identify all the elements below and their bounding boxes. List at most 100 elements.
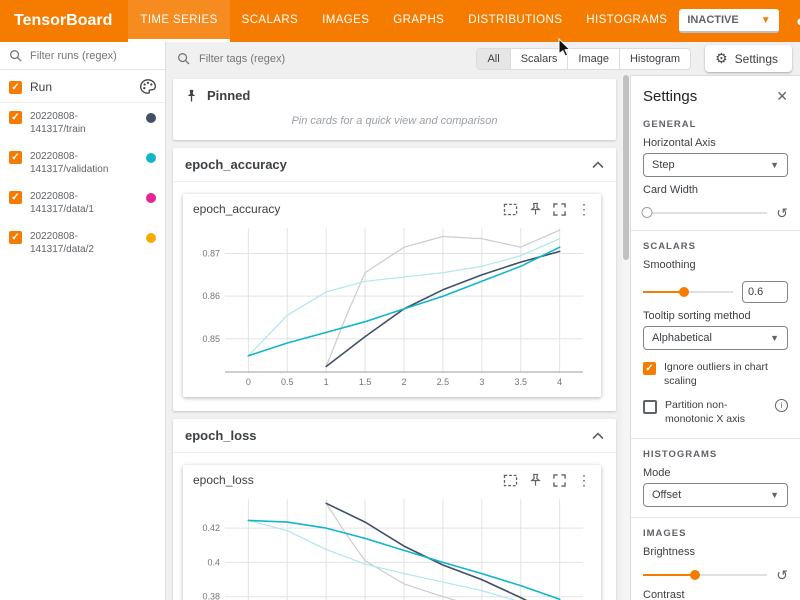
svg-text:1: 1 bbox=[324, 377, 329, 387]
settings-panel: Settings ✕ GENERAL Horizontal Axis Step … bbox=[630, 75, 800, 600]
tab-distributions[interactable]: DISTRIBUTIONS bbox=[456, 0, 574, 42]
svg-text:0.85: 0.85 bbox=[202, 334, 220, 344]
runs-filter-input[interactable] bbox=[28, 49, 150, 63]
palette-icon[interactable] bbox=[140, 79, 156, 94]
general-group-label: GENERAL bbox=[643, 119, 788, 130]
pinned-title: Pinned bbox=[207, 88, 250, 103]
svg-text:0.5: 0.5 bbox=[281, 377, 294, 387]
tensorboard-app: TensorBoard TIME SERIESSCALARSIMAGESGRAP… bbox=[0, 0, 800, 600]
brightness-label: Brightness bbox=[643, 546, 788, 558]
tag-filter-input[interactable] bbox=[197, 52, 401, 66]
pinned-section: Pinned Pin cards for a quick view and co… bbox=[173, 79, 616, 140]
section-header-epoch-accuracy[interactable]: epoch_accuracy bbox=[173, 148, 616, 182]
section-epoch-loss: epoch_loss epoch_loss ⋮00.511.522.533.540… bbox=[173, 419, 616, 600]
close-icon[interactable]: ✕ bbox=[776, 88, 788, 105]
filter-button-all[interactable]: All bbox=[477, 49, 510, 69]
card-width-slider[interactable] bbox=[643, 212, 767, 214]
reload-status-select[interactable]: INACTIVE ▼ bbox=[679, 9, 778, 33]
more-options-icon[interactable]: ⋮ bbox=[577, 473, 591, 487]
run-checkbox[interactable]: ✓ bbox=[9, 191, 22, 204]
partition-x-axis-label: Partition non-monotonic X axis bbox=[665, 399, 765, 426]
tag-toolbar: AllScalarsImageHistogram ⚙ Settings bbox=[167, 42, 800, 75]
search-icon bbox=[177, 52, 190, 65]
tab-scalars[interactable]: SCALARS bbox=[230, 0, 311, 42]
horizontal-axis-select[interactable]: Step ▼ bbox=[643, 153, 788, 177]
info-icon[interactable]: i bbox=[775, 399, 788, 412]
app-title: TensorBoard bbox=[0, 12, 128, 30]
select-all-runs-checkbox[interactable]: ✓ bbox=[9, 81, 22, 94]
histogram-mode-label: Mode bbox=[643, 467, 788, 479]
svg-text:0.38: 0.38 bbox=[202, 592, 220, 600]
filter-button-histogram[interactable]: Histogram bbox=[620, 49, 690, 69]
run-row: ✓20220808-141317/data/2 bbox=[0, 223, 165, 263]
run-row: ✓ 20220808-141317/validation bbox=[0, 143, 165, 183]
run-checkbox[interactable]: ✓ bbox=[9, 231, 22, 244]
run-label: 20220808-141317/validation bbox=[30, 150, 122, 176]
runs-sidebar: ✓ Run ✓20220808-141317/train✓20220808-14… bbox=[0, 42, 166, 600]
tooltip-sorting-select[interactable]: Alphabetical ▼ bbox=[643, 326, 788, 350]
run-color-dot bbox=[146, 233, 156, 243]
partition-x-axis-checkbox[interactable] bbox=[643, 400, 657, 414]
histogram-mode-select[interactable]: Offset ▼ bbox=[643, 483, 788, 507]
fit-to-data-icon[interactable] bbox=[503, 203, 518, 216]
ignore-outliers-checkbox[interactable]: ✓ bbox=[643, 362, 656, 375]
runs-list: ✓ 20220808-141317/train ✓ 20220808-141317/v… bbox=[0, 103, 165, 263]
tab-graphs[interactable]: GRAPHS bbox=[381, 0, 456, 42]
fit-to-data-icon[interactable] bbox=[503, 474, 518, 487]
more-options-icon[interactable]: ⋮ bbox=[577, 202, 591, 216]
run-checkbox[interactable]: ✓ bbox=[9, 151, 22, 164]
top-bar: TensorBoard TIME SERIESSCALARSIMAGESGRAP… bbox=[0, 0, 800, 42]
brightness-slider[interactable] bbox=[643, 574, 767, 576]
svg-text:0.42: 0.42 bbox=[202, 523, 220, 533]
filter-button-image[interactable]: Image bbox=[568, 49, 620, 69]
pin-icon[interactable] bbox=[529, 473, 542, 487]
tab-histograms[interactable]: HISTOGRAMS bbox=[574, 0, 679, 42]
reset-icon[interactable]: ↺ bbox=[776, 206, 788, 220]
fullscreen-icon[interactable] bbox=[553, 474, 566, 487]
card-width-label: Card Width bbox=[643, 184, 788, 196]
horizontal-axis-label: Horizontal Axis bbox=[643, 137, 788, 149]
settings-button[interactable]: ⚙ Settings bbox=[705, 45, 792, 72]
svg-text:3: 3 bbox=[479, 377, 484, 387]
ignore-outliers-label: Ignore outliers in chart scaling bbox=[664, 361, 788, 388]
pinned-empty-message: Pin cards for a quick view and compariso… bbox=[173, 109, 616, 140]
chart-card-epoch-loss: epoch_loss ⋮00.511.522.533.540.360.380.4… bbox=[183, 465, 601, 600]
chevron-down-icon: ▼ bbox=[761, 15, 771, 26]
reset-icon[interactable]: ↺ bbox=[776, 568, 788, 582]
tab-time-series[interactable]: TIME SERIES bbox=[128, 0, 229, 42]
smoothing-value-input[interactable] bbox=[742, 281, 788, 303]
run-color-dot bbox=[146, 153, 156, 163]
chevron-up-icon[interactable] bbox=[592, 161, 604, 169]
section-title: epoch_accuracy bbox=[185, 157, 287, 172]
slider-thumb[interactable] bbox=[641, 207, 652, 218]
slider-thumb[interactable] bbox=[690, 570, 700, 580]
search-icon bbox=[9, 49, 22, 62]
run-label: 20220808-141317/train bbox=[30, 110, 122, 136]
filter-button-scalars[interactable]: Scalars bbox=[511, 49, 569, 69]
section-header-epoch-loss[interactable]: epoch_loss bbox=[173, 419, 616, 453]
svg-text:1.5: 1.5 bbox=[359, 377, 372, 387]
runs-filter-row bbox=[0, 42, 165, 70]
slider-thumb[interactable] bbox=[679, 287, 689, 297]
run-checkbox[interactable]: ✓ bbox=[9, 111, 22, 124]
svg-text:2.5: 2.5 bbox=[437, 377, 450, 387]
svg-text:0.87: 0.87 bbox=[202, 249, 220, 259]
histograms-group-label: HISTOGRAMS bbox=[643, 449, 788, 460]
tag-sections: epoch_accuracyepoch_accuracy ⋮00.511.522… bbox=[167, 148, 622, 600]
scrollbar-thumb[interactable] bbox=[623, 75, 629, 260]
epoch-loss-chart[interactable]: 00.511.522.533.540.360.380.40.42 bbox=[191, 491, 593, 600]
svg-text:0: 0 bbox=[246, 377, 251, 387]
theme-toggle-icon[interactable]: ◐ bbox=[792, 12, 800, 30]
pin-icon[interactable] bbox=[529, 202, 542, 216]
scalars-group-label: SCALARS bbox=[643, 241, 788, 252]
topbar-actions: INACTIVE ▼ ◐ ↻ ⚙ ? bbox=[679, 9, 800, 33]
run-row: ✓ 20220808-141317/train bbox=[0, 103, 165, 143]
svg-text:3.5: 3.5 bbox=[514, 377, 527, 387]
fullscreen-icon[interactable] bbox=[553, 203, 566, 216]
tab-images[interactable]: IMAGES bbox=[310, 0, 381, 42]
smoothing-slider[interactable] bbox=[643, 291, 733, 293]
contrast-label: Contrast bbox=[643, 589, 788, 600]
main-scrollbar bbox=[622, 75, 630, 600]
chevron-up-icon[interactable] bbox=[592, 432, 604, 440]
epoch-accuracy-chart[interactable]: 00.511.522.533.540.850.860.87 bbox=[191, 220, 593, 390]
